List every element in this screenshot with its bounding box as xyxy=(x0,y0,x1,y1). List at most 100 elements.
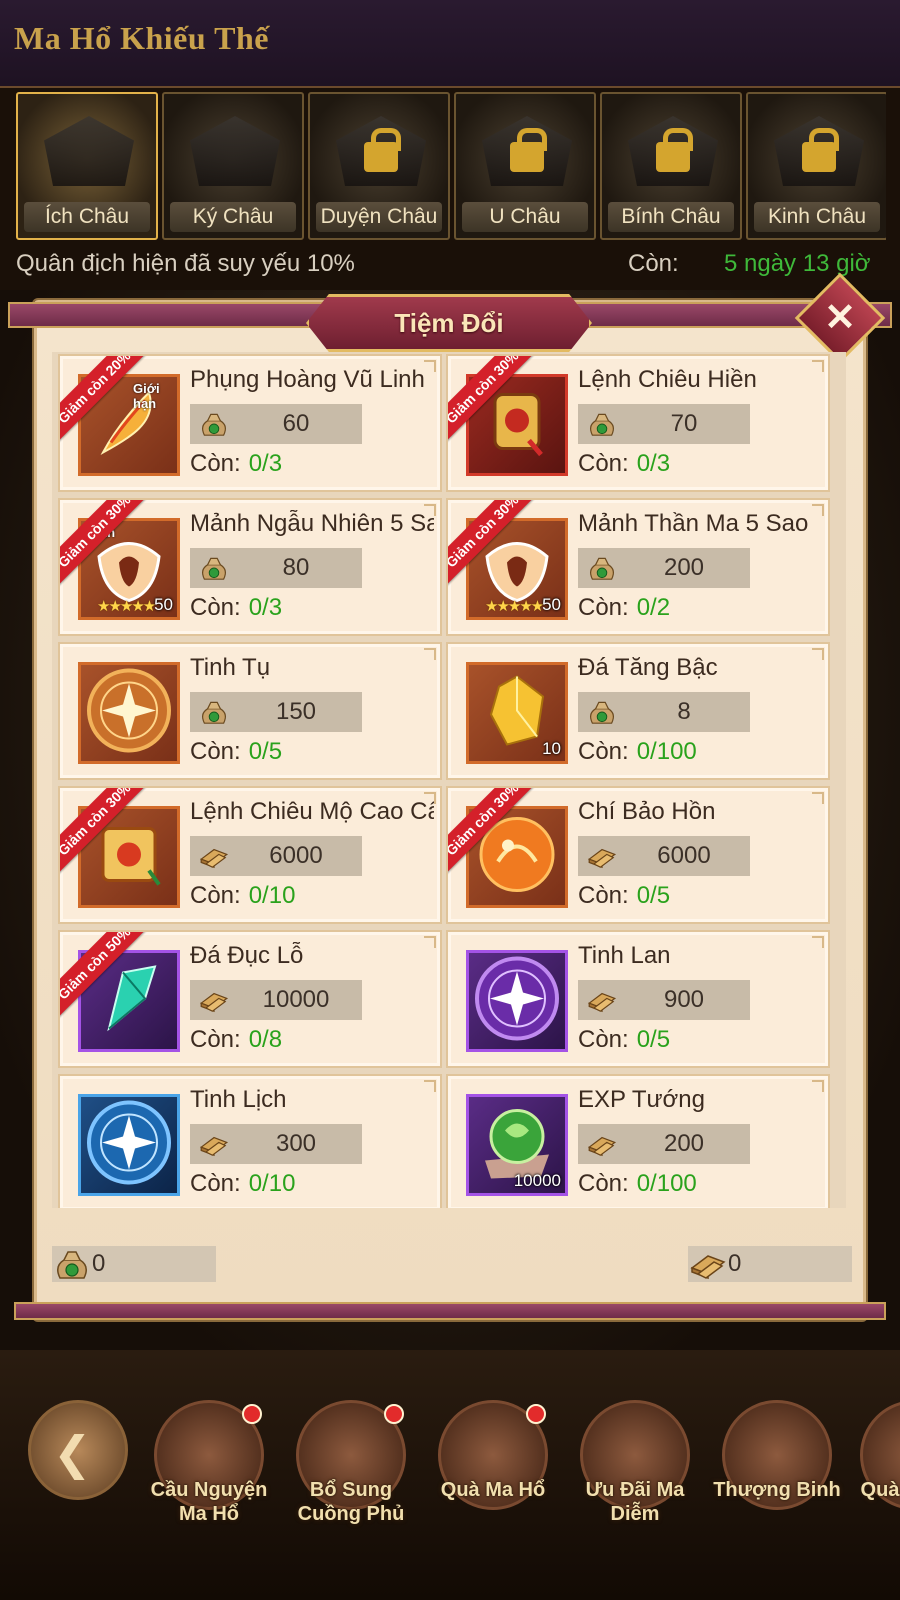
money-bag-icon xyxy=(198,553,230,583)
close-icon[interactable]: ✕ xyxy=(808,286,872,350)
notification-dot xyxy=(242,1404,262,1424)
city-tab[interactable]: Bính Châu xyxy=(600,92,742,240)
price-value: 60 xyxy=(282,410,310,437)
shop-item-grid[interactable]: Giới hạn Giảm còn 20% Phụng Hoàng Vũ Linh 6… xyxy=(52,352,846,1208)
yellow-crystal-icon[interactable]: 10 xyxy=(466,662,568,764)
shop-item-card[interactable]: Giảm còn 30% Chí Bảo Hồn 6000 Còn: 0/5 xyxy=(446,786,830,924)
money-bag-icon xyxy=(57,1251,87,1279)
remaining-stock: Còn: 0/5 xyxy=(190,738,282,766)
shop-item-card[interactable]: Ma★★★★★50Giảm còn 30%Mảnh Thần Ma 5 Sao2… xyxy=(446,498,830,636)
price-value: 300 xyxy=(275,1130,317,1157)
price-box[interactable]: 200 xyxy=(578,1124,750,1164)
price-box[interactable]: 6000 xyxy=(190,836,362,876)
price-value: 80 xyxy=(282,554,310,581)
shop-item-card[interactable]: Tinh Lịch 300 Còn: 0/10 xyxy=(58,1074,442,1208)
event-menu-button[interactable]: Ưu Đãi Ma Diễm xyxy=(576,1400,694,1530)
remaining-stock: Còn: 0/100 xyxy=(578,738,697,766)
price-box[interactable]: 6000 xyxy=(578,836,750,876)
remaining-stock: Còn: 0/2 xyxy=(578,594,670,622)
item-name: Lệnh Chiêu Mộ Cao Cấp xyxy=(190,798,434,825)
remaining-stock: Còn: 0/3 xyxy=(190,450,282,478)
city-tab[interactable]: U Châu xyxy=(454,92,596,240)
price-box[interactable]: 70 xyxy=(578,404,750,444)
ingot-icon xyxy=(198,985,230,1015)
discount-ribbon: Giảm còn 30% xyxy=(448,788,541,878)
shop-item-card[interactable]: Tinh Tụ 150 Còn: 0/5 xyxy=(58,642,442,780)
item-name: Phụng Hoàng Vũ Linh xyxy=(190,366,425,393)
item-name: EXP Tướng xyxy=(578,1086,705,1113)
shop-item-card[interactable]: Giảm còn 50% Đá Đục Lỗ 10000 Còn: 0/8 xyxy=(58,930,442,1068)
event-menu-label: Ưu Đãi Ma Diễm xyxy=(585,1479,685,1525)
back-arrow-icon: ❮ xyxy=(53,1427,92,1479)
item-quantity: 10000 xyxy=(513,1171,561,1190)
notification-dot xyxy=(526,1404,546,1424)
remaining-stock: Còn: 0/5 xyxy=(578,882,670,910)
remaining-label: Còn: xyxy=(578,882,629,909)
star-orb-orange-icon[interactable] xyxy=(78,662,180,764)
lock-icon xyxy=(510,128,547,172)
event-menu-label: Cầu Nguyện Ma Hổ xyxy=(150,1479,268,1525)
star-orb-blue-icon[interactable] xyxy=(78,1094,180,1196)
exp-orb-icon[interactable]: 10000 xyxy=(466,1094,568,1196)
price-box[interactable]: 900 xyxy=(578,980,750,1020)
ribbon-clip: Giảm còn 30% xyxy=(448,788,578,918)
item-name: Đá Đục Lỗ xyxy=(190,942,304,969)
shop-item-card[interactable]: Giảm còn 30% Lệnh Chiêu Mộ Cao Cấp 6000 Còn… xyxy=(58,786,442,924)
shop-item-card[interactable]: Giới hạn Giảm còn 20% Phụng Hoàng Vũ Linh 6… xyxy=(58,354,442,492)
money-bag-icon xyxy=(198,697,230,727)
back-button[interactable]: ❮ xyxy=(28,1400,128,1500)
city-tab[interactable]: Kinh Châu xyxy=(746,92,886,240)
money-bag-balance: 0 xyxy=(52,1246,216,1282)
shop-item-card[interactable]: Toàn★★★★★50Giảm còn 30%Mảnh Ngẫu Nhiên 5… xyxy=(58,498,442,636)
notification-dot xyxy=(384,1404,404,1424)
event-menu-button[interactable]: Thượng Binh xyxy=(713,1400,841,1530)
price-box[interactable]: 80 xyxy=(190,548,362,588)
shop-item-card[interactable]: 10 Đá Tăng Bậc 8 Còn: 0/100 xyxy=(446,642,830,780)
remaining-value: 0/100 xyxy=(636,738,697,765)
shop-item-card[interactable]: 10000 EXP Tướng 200 Còn: 0/100 xyxy=(446,1074,830,1208)
remaining-value: 0/2 xyxy=(636,594,671,621)
shop-item-card[interactable]: Giảm còn 30% Lệnh Chiêu Hiền 70 Còn: 0/3 xyxy=(446,354,830,492)
city-tab[interactable]: Ích Châu xyxy=(16,92,158,240)
ribbon-clip: Giảm còn 30% xyxy=(60,500,190,630)
remaining-value: 0/3 xyxy=(248,594,283,621)
price-value: 200 xyxy=(663,554,705,581)
price-box[interactable]: 8 xyxy=(578,692,750,732)
price-value: 900 xyxy=(663,986,705,1013)
ribbon-clip: Giảm còn 50% xyxy=(60,932,190,1062)
remaining-stock: Còn: 0/100 xyxy=(578,1170,697,1198)
ingot-icon xyxy=(690,1255,726,1280)
ingot-icon xyxy=(198,841,230,871)
top-header: Ma Hổ Khiếu Thế xyxy=(0,0,900,88)
city-name: Ký Châu xyxy=(170,202,296,232)
price-box[interactable]: 10000 xyxy=(190,980,362,1020)
price-box[interactable]: 150 xyxy=(190,692,362,732)
remaining-label: Còn: xyxy=(578,1170,629,1197)
ribbon-clip: Giảm còn 20% xyxy=(60,356,190,486)
item-name: Lệnh Chiêu Hiền xyxy=(578,366,757,393)
remaining-stock: Còn: 0/10 xyxy=(190,882,295,910)
city-name: Bính Châu xyxy=(608,202,734,232)
event-menu-label: Bổ Sung Cuồng Phủ xyxy=(297,1479,405,1525)
star-orb-purple-icon[interactable] xyxy=(466,950,568,1052)
city-name: Kinh Châu xyxy=(754,202,880,232)
event-menu-button[interactable]: Quà Ma Hổ xyxy=(434,1400,552,1530)
city-tab[interactable]: Ký Châu xyxy=(162,92,304,240)
discount-ribbon: Giảm còn 30% xyxy=(448,356,541,446)
event-menu-button[interactable]: Quà xyxy=(860,1400,900,1530)
event-menu-button[interactable]: Cầu Nguyện Ma Hổ xyxy=(150,1400,268,1530)
remaining-value: 0/5 xyxy=(248,738,283,765)
item-name: Tinh Tụ xyxy=(190,654,271,681)
ingot-balance: 0 xyxy=(688,1246,852,1282)
city-name: U Châu xyxy=(462,202,588,232)
shop-item-card[interactable]: Tinh Lan 900 Còn: 0/5 xyxy=(446,930,830,1068)
enemy-status-text: Quân địch hiện đã suy yếu 10% xyxy=(16,250,355,277)
lock-icon xyxy=(656,128,693,172)
city-tab[interactable]: Duyện Châu xyxy=(308,92,450,240)
price-box[interactable]: 60 xyxy=(190,404,362,444)
event-menu-label: Thượng Binh xyxy=(713,1479,841,1501)
price-box[interactable]: 300 xyxy=(190,1124,362,1164)
price-box[interactable]: 200 xyxy=(578,548,750,588)
remaining-label: Còn: xyxy=(578,738,629,765)
event-menu-button[interactable]: Bổ Sung Cuồng Phủ xyxy=(292,1400,410,1530)
